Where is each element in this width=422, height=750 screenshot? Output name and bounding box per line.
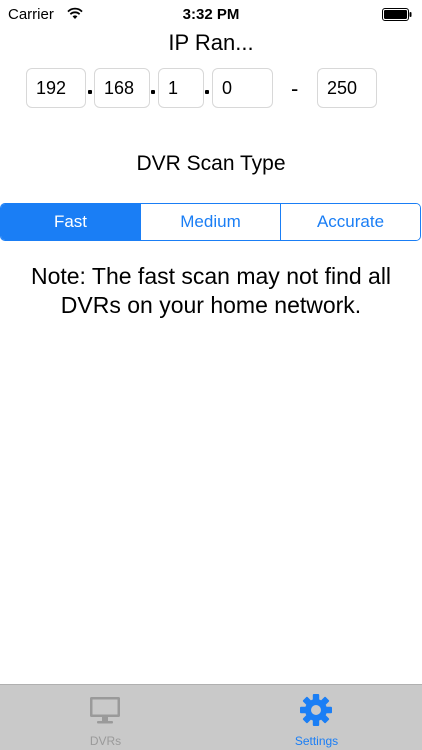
ip-range-end-input[interactable]: 250 xyxy=(317,68,377,108)
ip-dot-separator xyxy=(205,90,209,94)
gear-icon xyxy=(300,694,332,726)
ip-dot-separator xyxy=(151,90,155,94)
ip-range-dash: - xyxy=(291,76,299,101)
ip-octet-4-input[interactable]: 0 xyxy=(212,68,273,108)
monitor-icon xyxy=(90,697,120,724)
ip-octet-2-input[interactable]: 168 xyxy=(94,68,150,108)
scan-accurate-segment[interactable]: Accurate xyxy=(281,204,420,240)
scan-note: Note: The fast scan may not find all DVR… xyxy=(30,263,392,318)
ip-dot-separator xyxy=(88,90,92,94)
scan-type-label: DVR Scan Type xyxy=(136,152,286,175)
ip-octet-3-input[interactable]: 1 xyxy=(158,68,204,108)
ip-octet-1-input[interactable]: 192 xyxy=(26,68,86,108)
scan-type-segmented-control: Fast Medium Accurate xyxy=(0,203,421,241)
clock: 3:32 PM xyxy=(182,6,240,23)
status-bar: Carrier 3:32 PM xyxy=(0,0,422,28)
tab-settings[interactable]: Settings xyxy=(211,685,422,750)
scan-medium-segment[interactable]: Medium xyxy=(141,204,281,240)
tab-settings-label: Settings xyxy=(294,734,339,748)
page-title: IP Ran... xyxy=(168,30,254,55)
battery-icon xyxy=(382,8,412,21)
tab-bar: DVRs Settings xyxy=(0,684,422,750)
scan-fast-segment[interactable]: Fast xyxy=(1,204,141,240)
tab-dvrs[interactable]: DVRs xyxy=(0,685,211,750)
tab-dvrs-label: DVRs xyxy=(89,734,122,748)
